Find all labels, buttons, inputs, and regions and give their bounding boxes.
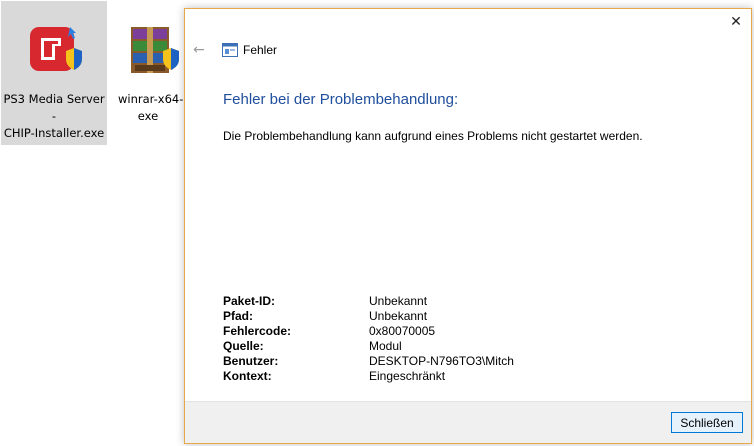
- close-window-button[interactable]: ✕: [721, 9, 751, 35]
- troubleshooter-error-dialog: ✕ ← Fehler Fehler bei der Problembehandl…: [184, 8, 752, 444]
- detail-value: Eingeschränkt: [369, 369, 446, 383]
- close-icon: ✕: [730, 14, 742, 30]
- detail-label: Paket-ID:: [223, 294, 276, 308]
- dialog-title: Fehler: [243, 43, 278, 57]
- error-heading: Fehler bei der Problembehandlung:: [223, 91, 459, 108]
- desktop-icon-label-line: winrar-x64-5: [118, 92, 185, 106]
- schliessen-button[interactable]: Schließen: [671, 412, 743, 433]
- desktop-icon-winrar[interactable]: winrar-x64-5 exe: [113, 1, 185, 145]
- detail-value: Modul: [369, 339, 402, 353]
- error-message: Die Problembehandlung kann aufgrund eine…: [223, 129, 643, 143]
- detail-row-fehlercode: Fehlercode: 0x80070005: [223, 324, 514, 339]
- detail-value: Unbekannt: [369, 294, 428, 308]
- detail-value: DESKTOP-N796TO3\Mitch: [369, 354, 514, 368]
- desktop-icon-label-line: -: [51, 109, 57, 123]
- detail-label: Quelle:: [223, 339, 264, 353]
- detail-row-benutzer: Benutzer: DESKTOP-N796TO3\Mitch: [223, 354, 514, 369]
- detail-label: Benutzer:: [223, 354, 279, 368]
- desktop-icon-label-line: exe: [137, 109, 159, 123]
- desktop-icon-ps3-installer[interactable]: PS3 Media Server - CHIP-Installer.exe: [1, 1, 107, 145]
- dialog-footer: Schließen: [185, 401, 751, 443]
- troubleshooter-window-icon: [222, 43, 238, 57]
- back-button[interactable]: ←: [193, 42, 205, 58]
- back-arrow-icon: ←: [193, 42, 205, 58]
- detail-label: Fehlercode:: [223, 324, 292, 338]
- detail-row-pfad: Pfad: Unbekannt: [223, 309, 514, 324]
- winrar-archive-icon: [113, 7, 185, 91]
- detail-label: Pfad:: [223, 309, 253, 323]
- desktop-icon-label-line: PS3 Media Server: [3, 92, 105, 106]
- detail-value: Unbekannt: [369, 309, 428, 323]
- detail-row-quelle: Quelle: Modul: [223, 339, 514, 354]
- detail-label: Kontext:: [223, 369, 272, 383]
- detail-value: 0x80070005: [369, 324, 436, 338]
- detail-row-paket-id: Paket-ID: Unbekannt: [223, 294, 514, 309]
- ps3-media-server-installer-icon: [16, 7, 92, 91]
- desktop-icon-label-line: CHIP-Installer.exe: [3, 126, 105, 140]
- error-details-list: Paket-ID: Unbekannt Pfad: Unbekannt Fehl…: [223, 294, 514, 384]
- detail-row-kontext: Kontext: Eingeschränkt: [223, 369, 514, 384]
